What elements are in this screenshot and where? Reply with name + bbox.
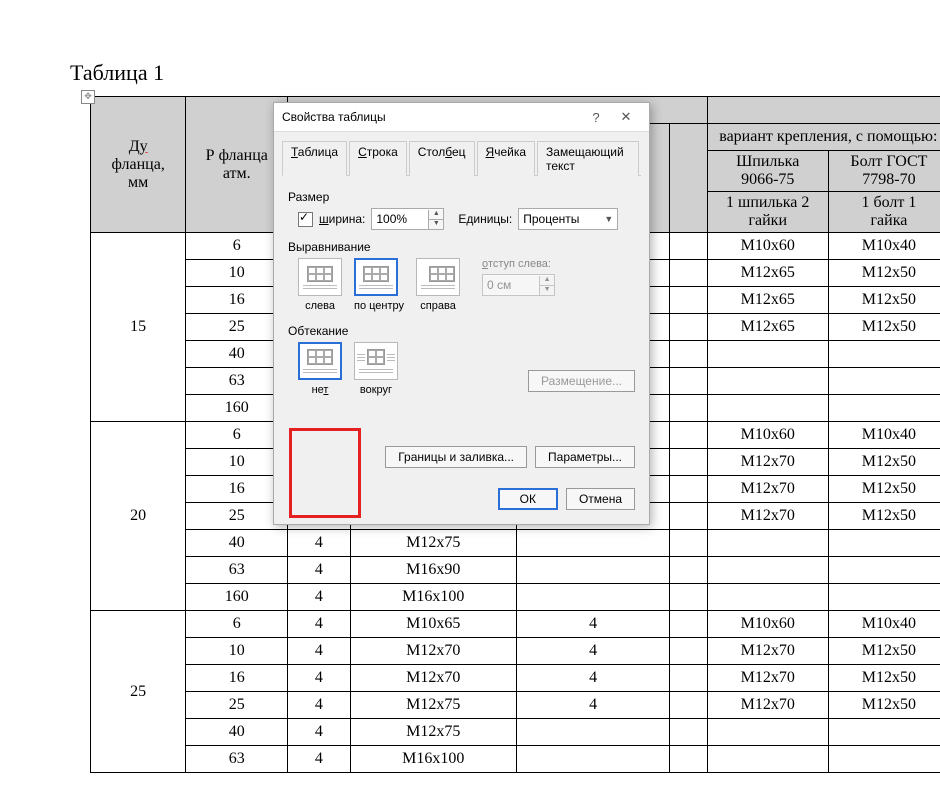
tab-column[interactable]: Столбец xyxy=(409,141,475,176)
col-header-variant: вариант крепления, с помощью: xyxy=(707,124,940,151)
spin-down-icon: ▼ xyxy=(540,286,554,295)
ok-button[interactable]: ОК xyxy=(498,488,558,510)
options-button[interactable]: Параметры... xyxy=(535,446,635,468)
table-row: 634М16х100 xyxy=(91,746,940,773)
col-header-shpilka2: 1 шпилька 2гайки xyxy=(707,192,828,233)
placement-button: Размещение... xyxy=(528,370,635,392)
table-row: 634М16х90 xyxy=(91,557,940,584)
wrap-around[interactable]: вокруг xyxy=(354,342,398,396)
col-header-du: Дуфланца,мм xyxy=(91,97,186,233)
table-row: 164М12х704М12х70М12х50 xyxy=(91,665,940,692)
units-value: Проценты xyxy=(523,212,579,226)
align-right[interactable]: справа xyxy=(416,258,460,312)
align-center-label: по центру xyxy=(354,300,404,312)
width-input[interactable] xyxy=(372,210,428,228)
width-spinner[interactable]: ▲▼ xyxy=(371,208,444,230)
dialog-title: Свойства таблицы xyxy=(282,110,581,124)
col-header-gost2 xyxy=(707,97,940,124)
col-header-shpilka: Шпилька9066-75 xyxy=(707,151,828,192)
col-header-bolt2: 1 болт 1гайка xyxy=(828,192,940,233)
tab-row[interactable]: Строка xyxy=(349,141,407,176)
indent-spinner: ▲▼ xyxy=(482,274,555,296)
spin-up-icon: ▲ xyxy=(540,276,554,286)
spin-up-icon[interactable]: ▲ xyxy=(429,210,443,220)
col-header-bolt: Болт ГОСТ7798-70 xyxy=(828,151,940,192)
tab-alttext[interactable]: Замещающий текст xyxy=(537,141,639,176)
align-left[interactable]: слева xyxy=(298,258,342,312)
table-row: 1604М16х100 xyxy=(91,584,940,611)
align-left-label: слева xyxy=(305,300,335,312)
width-checkbox[interactable] xyxy=(298,212,313,227)
wrap-none-label: нет xyxy=(312,384,329,396)
indent-label: отступ слева: xyxy=(482,258,555,270)
table-row: 404М12х75 xyxy=(91,530,940,557)
size-group-label: Размер xyxy=(288,190,635,204)
units-label: Единицы: xyxy=(458,212,512,226)
align-center[interactable]: по центру xyxy=(354,258,404,312)
close-button[interactable]: ✕ xyxy=(611,109,641,125)
wrap-group-label: Обтекание xyxy=(288,324,635,338)
indent-input xyxy=(483,276,539,294)
table-move-handle[interactable]: ✥ xyxy=(81,90,95,104)
tab-table[interactable]: Таблица xyxy=(282,141,347,176)
page-title: Таблица 1 xyxy=(70,60,900,86)
table-row: 104М12х704М12х70М12х50 xyxy=(91,638,940,665)
align-right-label: справа xyxy=(420,300,456,312)
table-row: 404М12х75 xyxy=(91,719,940,746)
dialog-titlebar[interactable]: Свойства таблицы ? ✕ xyxy=(274,103,649,132)
align-group-label: Выравнивание xyxy=(288,240,635,254)
table-row: 254М12х754М12х70М12х50 xyxy=(91,692,940,719)
dialog-tabs: Таблица Строка Столбец Ячейка Замещающий… xyxy=(282,140,641,176)
chevron-down-icon: ▼ xyxy=(604,214,613,224)
help-button[interactable]: ? xyxy=(581,110,611,125)
table-row: 2564М10х654М10х60М10х40 xyxy=(91,611,940,638)
cancel-button[interactable]: Отмена xyxy=(566,488,635,510)
table-properties-dialog: Свойства таблицы ? ✕ Таблица Строка Стол… xyxy=(273,102,650,525)
spin-down-icon[interactable]: ▼ xyxy=(429,220,443,229)
tab-cell[interactable]: Ячейка xyxy=(477,141,536,176)
units-select[interactable]: Проценты ▼ xyxy=(518,208,618,230)
wrap-around-label: вокруг xyxy=(360,384,392,396)
width-label: ширина: xyxy=(319,212,365,226)
wrap-none[interactable]: нет xyxy=(298,342,342,396)
borders-button[interactable]: Границы и заливка... xyxy=(385,446,527,468)
